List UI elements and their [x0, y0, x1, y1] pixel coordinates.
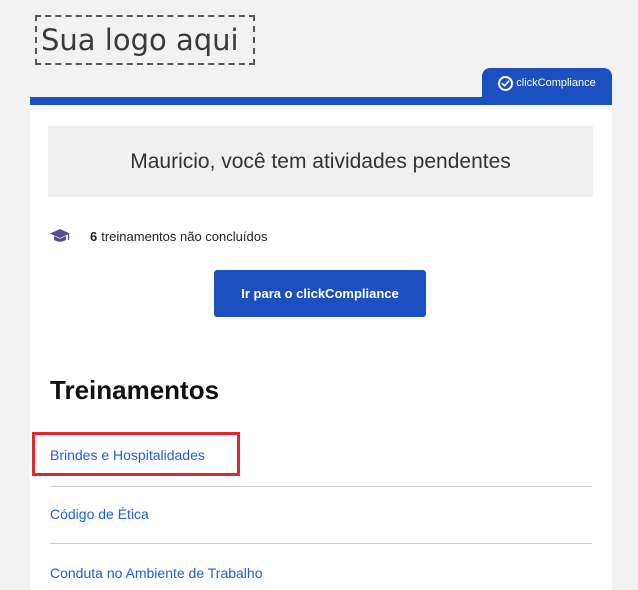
brand-bar	[30, 97, 612, 105]
go-to-clickcompliance-button[interactable]: Ir para o clickCompliance	[214, 270, 426, 317]
graduation-cap-icon	[50, 229, 70, 242]
pending-count: 6	[90, 228, 98, 244]
divider	[50, 543, 592, 544]
pending-notice: Mauricio, você tem atividades pendentes	[48, 126, 593, 197]
divider	[50, 486, 592, 487]
check-icon	[498, 75, 514, 91]
pending-label: treinamentos não concluídos	[101, 228, 268, 244]
training-link-codigo-etica[interactable]: Código de Ética	[50, 506, 149, 522]
training-link-conduta[interactable]: Conduta no Ambiente de Trabalho	[50, 565, 263, 581]
brand-tab: clickCompliance	[482, 68, 612, 98]
trainings-title: Treinamentos	[50, 375, 220, 405]
pending-trainings-line: 6 treinamentos não concluídos	[50, 228, 267, 244]
logo-placeholder: Sua logo aqui	[35, 15, 255, 65]
brand-label: clickCompliance	[516, 77, 596, 89]
training-link-brindes[interactable]: Brindes e Hospitalidades	[50, 447, 205, 463]
email-card: Mauricio, você tem atividades pendentes …	[30, 105, 612, 590]
